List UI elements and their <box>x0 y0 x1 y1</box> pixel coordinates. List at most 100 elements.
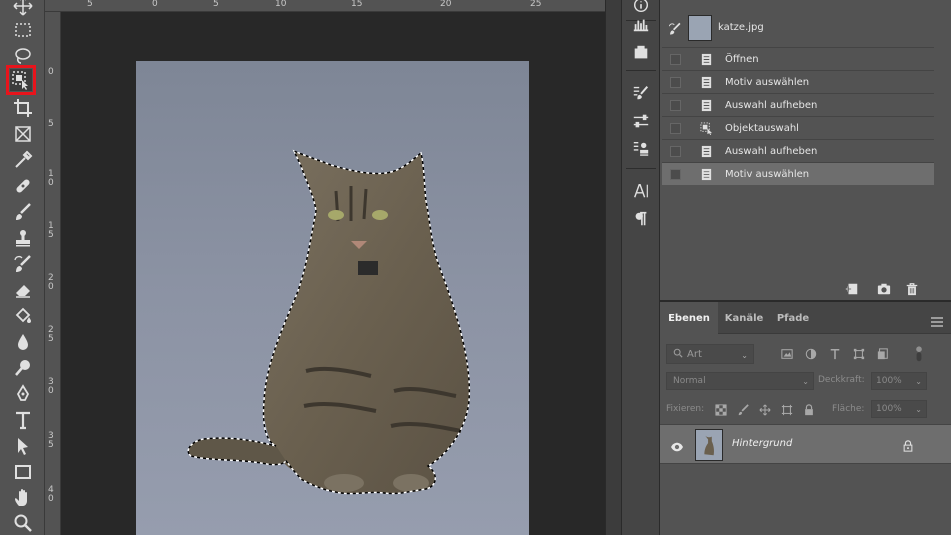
pen-tool-icon[interactable] <box>9 382 37 406</box>
lock-transparent-icon[interactable] <box>714 403 728 417</box>
object-selection-icon <box>699 121 713 135</box>
dodge-tool-icon[interactable] <box>9 356 37 380</box>
history-brush-source-icon[interactable] <box>668 21 682 35</box>
brush-presets-icon[interactable] <box>630 82 652 104</box>
path-selection-tool-icon[interactable] <box>9 434 37 458</box>
layer-item[interactable]: Hintergrund <box>660 424 951 464</box>
snapshot-name: katze.jpg <box>718 22 764 33</box>
clone-source-icon[interactable] <box>630 138 652 160</box>
step-checkbox[interactable] <box>670 122 681 134</box>
new-document-from-state-icon[interactable] <box>844 281 860 297</box>
filter-kind-select[interactable]: Art ⌄ <box>666 344 754 364</box>
fill-input[interactable]: 100% ⌄ <box>871 400 927 418</box>
brush-tool-icon[interactable] <box>9 200 37 224</box>
tab-ebenen[interactable]: Ebenen <box>660 302 718 334</box>
step-label: Motiv auswählen <box>725 76 810 88</box>
filter-pixel-icon[interactable] <box>780 347 794 361</box>
crop-tool-icon[interactable] <box>9 96 37 120</box>
eye-icon[interactable] <box>670 438 684 452</box>
step-label: Motiv auswählen <box>725 168 810 180</box>
snapshot-thumbnail <box>688 14 712 41</box>
collapsed-panels-strip <box>621 0 660 535</box>
history-brush-tool-icon[interactable] <box>9 252 37 276</box>
ruler-tick-label: 25 <box>530 0 542 9</box>
tab-pfade[interactable]: Pfade <box>770 302 816 334</box>
lock-position-icon[interactable] <box>758 403 772 417</box>
blur-tool-icon[interactable] <box>9 330 37 354</box>
step-checkbox[interactable] <box>670 99 681 111</box>
lock-artboard-icon[interactable] <box>780 403 794 417</box>
layers-tab-bar: Ebenen Kanäle Pfade <box>660 302 951 334</box>
tab-kanaele[interactable]: Kanäle <box>718 302 770 334</box>
history-step[interactable]: Öffnen <box>662 47 934 70</box>
history-panel: katze.jpg Öffnen Motiv auswählen Auswahl… <box>660 0 951 300</box>
layer-name: Hintergrund <box>732 438 793 449</box>
navigator-icon[interactable] <box>630 42 652 64</box>
history-step-active[interactable]: Motiv auswählen <box>662 162 934 185</box>
opacity-input[interactable]: 100% ⌄ <box>871 372 927 390</box>
character-icon[interactable] <box>630 180 652 202</box>
zoom-tool-icon[interactable] <box>9 511 37 535</box>
history-step[interactable]: Motiv auswählen <box>662 70 934 93</box>
history-step[interactable]: Objektauswahl <box>662 116 934 139</box>
ruler-tick-label: 3 0 <box>48 377 54 396</box>
document-icon <box>699 98 713 112</box>
cat-photo[interactable] <box>136 61 529 535</box>
type-tool-icon[interactable] <box>9 408 37 432</box>
eyedropper-tool-icon[interactable] <box>9 148 37 172</box>
ruler-tick-label: 0 <box>48 67 54 77</box>
adjustments-icon[interactable] <box>630 110 652 132</box>
rectangle-tool-icon[interactable] <box>9 460 37 484</box>
history-footer <box>660 278 951 300</box>
filter-adjustment-icon[interactable] <box>804 347 818 361</box>
lock-all-icon[interactable] <box>802 403 816 417</box>
move-tool-icon[interactable] <box>9 0 37 18</box>
chevron-down-icon: ⌄ <box>915 377 922 386</box>
document-icon <box>699 52 713 66</box>
frame-tool-icon[interactable] <box>9 122 37 146</box>
panel-menu-icon[interactable] <box>931 312 943 327</box>
fill-label: Fläche: <box>832 404 865 414</box>
blend-mode-select[interactable]: Normal ⌄ <box>666 372 814 390</box>
marquee-tool-icon[interactable] <box>9 18 37 42</box>
clone-stamp-tool-icon[interactable] <box>9 226 37 250</box>
histogram-icon[interactable] <box>630 14 652 36</box>
ruler-tick-label: 5 <box>48 119 54 129</box>
filter-smart-object-icon[interactable] <box>876 347 890 361</box>
trash-icon[interactable] <box>904 281 920 297</box>
filter-shape-icon[interactable] <box>852 347 866 361</box>
lock-image-pixels-icon[interactable] <box>736 403 750 417</box>
history-step[interactable]: Auswahl aufheben <box>662 93 934 116</box>
step-checkbox[interactable] <box>670 53 681 65</box>
object-selection-tool-icon[interactable] <box>6 65 36 95</box>
opacity-label: Deckkraft: <box>818 375 865 385</box>
ruler-tick-label: 3 5 <box>48 431 54 450</box>
history-step[interactable]: Auswahl aufheben <box>662 139 934 162</box>
ruler-tick-label: 4 0 <box>48 485 54 504</box>
vertical-ruler: 0 5 1 0 1 5 2 0 2 5 3 0 3 5 4 0 <box>45 12 61 535</box>
step-checkbox[interactable] <box>670 76 681 88</box>
tools-panel <box>0 0 45 535</box>
chevron-down-icon: ⌄ <box>802 377 809 386</box>
ruler-tick-label: 1 0 <box>48 169 54 188</box>
blend-row: Normal ⌄ Deckkraft: 100% ⌄ <box>666 372 946 392</box>
eraser-tool-icon[interactable] <box>9 278 37 302</box>
lock-label: Fixieren: <box>666 404 705 414</box>
panel-splitter[interactable] <box>605 0 621 535</box>
hand-tool-icon[interactable] <box>9 486 37 510</box>
history-snapshot[interactable]: katze.jpg <box>662 11 934 44</box>
chevron-down-icon: ⌄ <box>915 405 922 414</box>
ruler-tick-label: 2 5 <box>48 325 54 344</box>
camera-icon[interactable] <box>876 281 892 297</box>
filter-type-icon[interactable] <box>828 347 842 361</box>
filter-toggle[interactable] <box>912 344 926 364</box>
healing-brush-tool-icon[interactable] <box>9 174 37 198</box>
document-canvas[interactable] <box>61 12 605 535</box>
paragraph-icon[interactable] <box>630 208 652 230</box>
step-checkbox[interactable] <box>670 168 681 180</box>
step-checkbox[interactable] <box>670 145 681 157</box>
step-label: Öffnen <box>725 53 759 65</box>
lock-row: Fixieren: Fläche: 100% ⌄ <box>666 400 946 420</box>
step-label: Auswahl aufheben <box>725 145 818 157</box>
paint-bucket-tool-icon[interactable] <box>9 304 37 328</box>
